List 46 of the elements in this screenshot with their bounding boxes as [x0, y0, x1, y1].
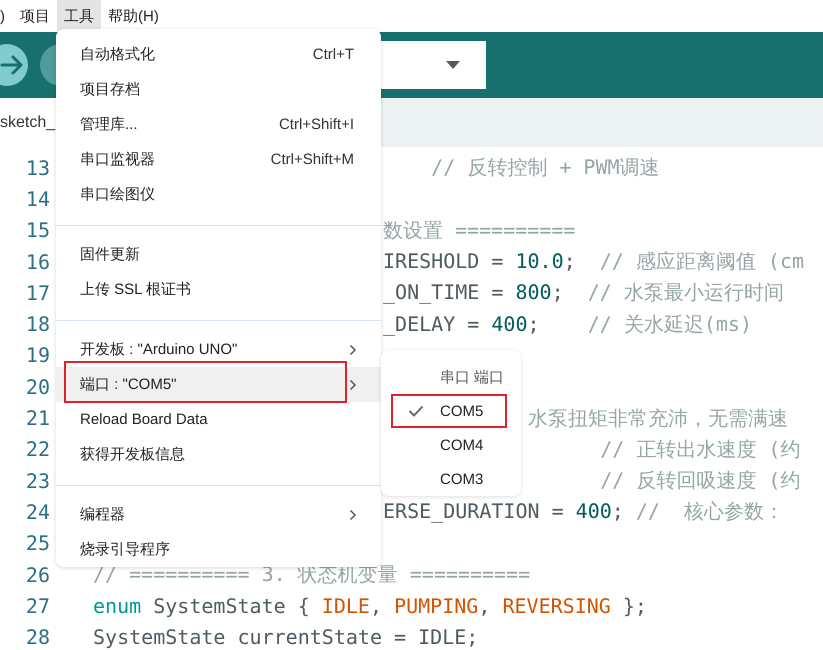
menu-item[interactable]: 编程器 [56, 497, 381, 532]
port-option[interactable]: COM4 [381, 428, 521, 462]
menu-item[interactable]: 开发板 : "Arduino UNO" [56, 332, 381, 367]
menu-bar-item[interactable]: 工具 [57, 0, 101, 32]
menu-item[interactable]: 自动格式化 Ctrl+T [56, 37, 381, 72]
port-option[interactable]: COM5 [381, 394, 521, 428]
port-option[interactable]: COM3 [381, 462, 521, 496]
menu-item[interactable]: Reload Board Data [56, 402, 381, 437]
line-number: 17 [24, 280, 50, 305]
code-line: 数设置 ========== [383, 216, 576, 244]
line-number: 19 [24, 343, 50, 368]
line-number: 15 [24, 218, 50, 242]
code-line: _ON_TIME = 800; // 水泵最小运行时间 [383, 279, 784, 306]
line-number: 22 [24, 437, 50, 462]
code-line: // 反转控制 + PWM调速 [430, 154, 660, 182]
line-number: 23 [24, 468, 50, 493]
line-number: 25 [24, 531, 50, 556]
line-number: 28 [24, 625, 50, 650]
caret-icon [446, 60, 460, 70]
menu-item[interactable]: 上传 SSL 根证书 [56, 272, 381, 307]
menu-item[interactable]: 固件更新 [56, 237, 381, 272]
line-number: 27 [24, 594, 50, 618]
menu-bar-item[interactable]: ) [0, 0, 13, 32]
menu-bar-item[interactable]: 帮助(H) [101, 0, 166, 32]
code-line: SystemState currentState = IDLE; [93, 625, 478, 650]
line-number: 13 [24, 156, 50, 180]
submenu-header: 串口 端口 [439, 368, 506, 388]
line-number: 20 [24, 374, 50, 399]
line-number: 16 [24, 250, 50, 274]
code-line: enum SystemState { IDLE, PUMPING, REVERSING }; [93, 594, 647, 618]
menu-item[interactable]: 获得开发板信息 [56, 437, 381, 472]
code-line: // 正转出水速度 (约 [599, 436, 800, 463]
menu-bar-item[interactable]: 项目 [13, 0, 57, 32]
code-line: // 反转回吸速度 (约 [599, 467, 800, 494]
line-number: 14 [24, 186, 50, 211]
line-number: 26 [24, 562, 50, 586]
code-line: ERSE_DURATION = 400; // 核心参数： [383, 498, 784, 526]
code-line: IRESHOLD = 10.0; // 感应距离阈值 (cm [383, 248, 804, 276]
line-number: 18 [24, 312, 50, 336]
line-number: 21 [24, 406, 50, 430]
line-number: 24 [24, 500, 50, 524]
menu-item[interactable]: 端口 : "COM5" [56, 367, 381, 402]
code-line: _DELAY = 400; // 关水延迟(ms) [383, 310, 752, 338]
menu-item[interactable]: 串口绘图仪 [56, 177, 381, 212]
code-line: 水泵扭矩非常充沛，无需满速 [528, 404, 788, 432]
menu-item[interactable]: 烧录引导程序 [56, 532, 381, 567]
